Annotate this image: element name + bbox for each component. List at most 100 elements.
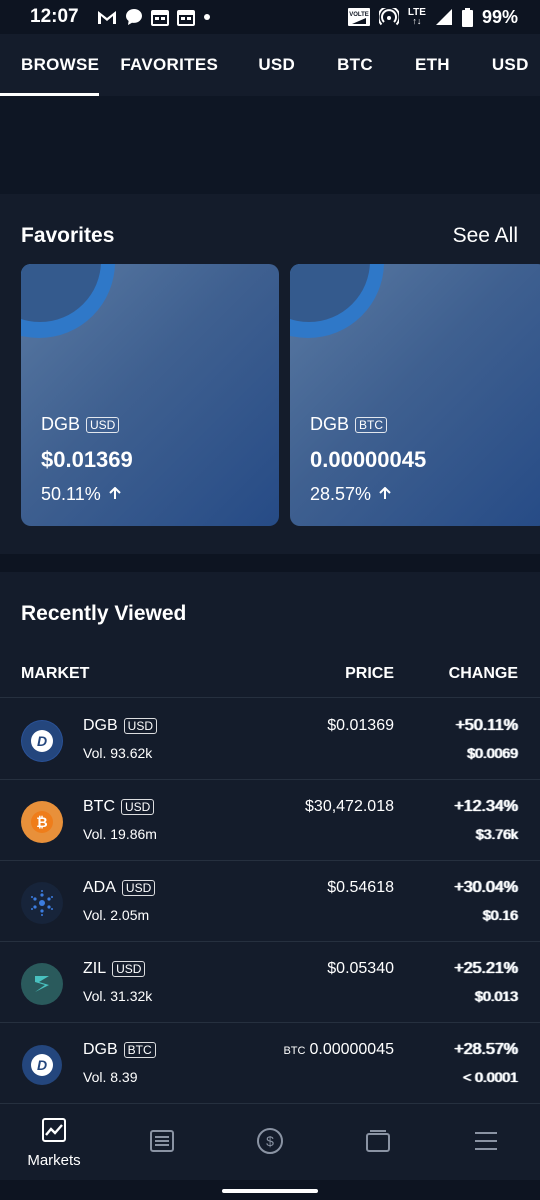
nav-trade[interactable]: $ — [216, 1106, 324, 1180]
market-tabs: BROWSE FAVORITES USD BTC ETH USD — [0, 34, 540, 96]
favorite-card-dgb-btc[interactable]: DGB BTC 0.00000045 28.57% — [290, 264, 540, 526]
volte-label: VOLTE — [349, 12, 369, 18]
column-market: MARKET — [21, 665, 90, 682]
market-row-dgb-usd[interactable]: D DGB USD Vol. 93.62k $0.01369 +50.11% $… — [0, 699, 540, 780]
card-symbol: DGB — [41, 414, 81, 434]
row-symbol: ZIL — [83, 960, 107, 977]
tab-usd-2[interactable]: USD — [471, 34, 540, 96]
row-change-abs: $3.76k — [475, 826, 518, 842]
svg-text:$: $ — [266, 1133, 274, 1149]
chart-icon — [41, 1117, 67, 1148]
row-quote-badge: BTC — [123, 1042, 156, 1058]
row-volume: Vol. 93.62k — [83, 745, 153, 761]
clock: 12:07 — [30, 6, 79, 27]
row-symbol: ADA — [83, 879, 116, 896]
recently-viewed-title: Recently Viewed — [21, 602, 187, 625]
row-symbol: DGB — [83, 1041, 118, 1058]
row-volume: Vol. 8.39 — [83, 1069, 138, 1085]
calendar-icon-2 — [176, 9, 195, 26]
row-quote-badge: USD — [112, 961, 146, 977]
svg-text:₿: ₿ — [36, 814, 47, 830]
cardano-icon — [21, 882, 63, 924]
row-change-abs: < 0.0001 — [463, 1069, 518, 1085]
card-symbol: DGB — [310, 414, 350, 434]
news-icon — [149, 1129, 175, 1158]
row-change: +30.04% — [454, 879, 518, 896]
row-change-abs: $0.013 — [475, 988, 518, 1004]
column-price: PRICE — [345, 665, 394, 682]
card-quote-badge: USD — [86, 416, 120, 433]
arrow-up-icon — [379, 484, 391, 505]
favorite-card-dgb-usd[interactable]: DGB USD $0.01369 50.11% — [21, 264, 279, 526]
row-volume: Vol. 2.05m — [83, 907, 150, 923]
wallet-icon — [365, 1129, 391, 1158]
market-row-ada-usd[interactable]: ADA USD Vol. 2.05m $0.54618 +30.04% $0.1… — [0, 861, 540, 942]
market-row-zil-usd[interactable]: ZIL USD Vol. 31.32k $0.05340 +25.21% $0.… — [0, 942, 540, 1023]
dollar-circle-icon: $ — [256, 1127, 284, 1160]
tab-usd[interactable]: USD — [237, 34, 316, 96]
bitcoin-icon: ₿ — [21, 801, 63, 843]
row-price: BTC 0.00000045 — [283, 1041, 394, 1058]
tab-eth[interactable]: ETH — [394, 34, 471, 96]
row-price: $0.05340 — [327, 960, 394, 977]
column-change: CHANGE — [448, 665, 518, 682]
signal-icon — [435, 8, 453, 26]
digibyte-icon: D — [21, 1044, 63, 1086]
tab-browse[interactable]: BROWSE — [0, 34, 100, 96]
battery-icon — [461, 7, 473, 27]
svg-text:D: D — [37, 733, 47, 749]
row-change-abs: $0.16 — [482, 907, 518, 923]
svg-text:D: D — [37, 1057, 47, 1073]
market-row-btc-usd[interactable]: ₿ BTC USD Vol. 19.86m $30,472.018 +12.34… — [0, 780, 540, 861]
gmail-icon — [97, 9, 117, 25]
card-price: $0.01369 — [41, 447, 133, 472]
tab-btc[interactable]: BTC — [316, 34, 394, 96]
tab-favorites[interactable]: FAVORITES — [99, 34, 237, 96]
arrow-up-icon — [109, 484, 121, 505]
nav-menu[interactable] — [432, 1106, 540, 1180]
price-currency-prefix: BTC — [283, 1045, 306, 1057]
card-change: 28.57% — [310, 484, 372, 504]
row-price: $0.01369 — [327, 717, 394, 734]
battery-percent: 99% — [481, 6, 518, 27]
card-change: 50.11% — [41, 484, 101, 504]
nav-markets-label: Markets — [27, 1152, 81, 1169]
digibyte-icon: D — [21, 720, 63, 762]
row-quote-badge: USD — [123, 718, 158, 734]
card-quote-badge: BTC — [355, 416, 388, 433]
market-row-dgb-btc[interactable]: D DGB BTC Vol. 8.39 BTC 0.00000045 +28.57… — [0, 1023, 540, 1104]
notification-icons — [97, 8, 211, 26]
table-header: MARKET PRICE CHANGE — [0, 662, 540, 698]
row-change: +28.57% — [454, 1041, 518, 1058]
status-bar: 12:07 VOLTE LTE ↑↓ 99% — [0, 0, 540, 34]
row-quote-badge: USD — [121, 880, 156, 896]
row-quote-badge: USD — [121, 799, 155, 815]
nav-news[interactable] — [108, 1106, 216, 1180]
nav-markets[interactable]: Markets — [0, 1106, 108, 1180]
zilliqa-icon — [21, 963, 63, 1005]
favorites-title: Favorites — [21, 224, 115, 247]
system-icons: VOLTE LTE ↑↓ 99% — [347, 6, 518, 28]
menu-icon — [474, 1131, 498, 1156]
home-bar[interactable] — [222, 1189, 318, 1193]
row-symbol: DGB — [83, 717, 118, 734]
row-volume: Vol. 19.86m — [83, 826, 157, 842]
nav-wallet[interactable] — [324, 1106, 432, 1180]
bottom-navigation: Markets $ — [0, 1106, 540, 1180]
lte-icon: LTE ↑↓ — [407, 7, 426, 26]
row-price: $0.54618 — [327, 879, 394, 896]
row-symbol: BTC — [83, 798, 115, 815]
row-change: +12.34% — [454, 798, 518, 815]
chat-icon — [125, 8, 143, 26]
dot-icon — [203, 13, 211, 21]
favorites-section: Favorites See All DGB USD $0.01369 50.11… — [0, 194, 540, 554]
hotspot-icon — [378, 8, 399, 26]
see-all-link[interactable]: See All — [453, 224, 518, 248]
row-price: $30,472.018 — [305, 798, 394, 815]
row-volume: Vol. 31.32k — [83, 988, 153, 1004]
row-change: +50.11% — [455, 717, 518, 734]
row-change-abs: $0.0069 — [467, 745, 518, 761]
row-change: +25.21% — [454, 960, 518, 977]
banner-area — [0, 96, 540, 194]
volte-icon: VOLTE — [347, 8, 370, 26]
